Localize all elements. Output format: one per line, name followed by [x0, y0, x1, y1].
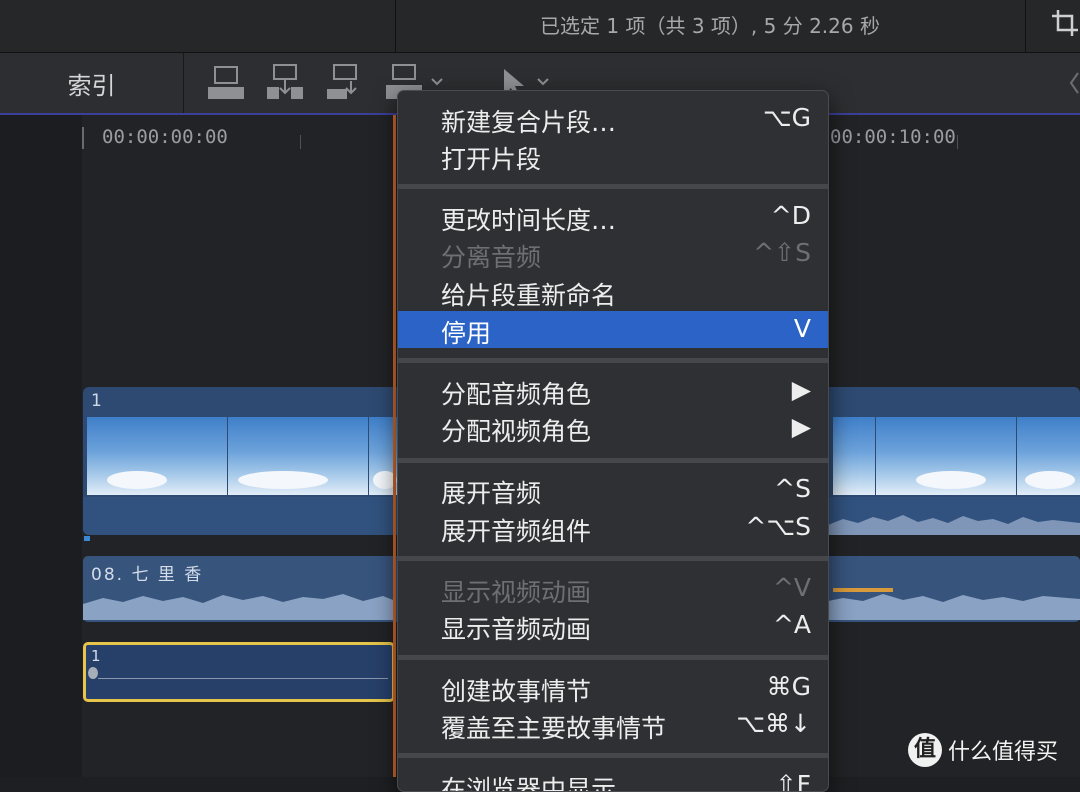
menu-separator: [398, 184, 828, 189]
menu-item-show-audio-animation[interactable]: 显示音频动画 ^A: [398, 607, 828, 644]
volume-keyframe-handle[interactable]: [88, 667, 98, 679]
menu-item-shortcut: ^S: [774, 474, 811, 503]
selection-summary: 已选定 1 项（共 3 项）, 5 分 2.26 秒: [540, 14, 880, 38]
video-thumbnail: [1017, 417, 1080, 495]
menu-item-shortcut: ^⇧S: [753, 238, 811, 267]
menu-item-label: 分配音频角色: [441, 380, 592, 409]
ruler-tick: [300, 135, 301, 149]
menu-item-label: 给片段重新命名: [441, 281, 617, 310]
menu-item-expand-audio-components[interactable]: 展开音频组件 ^⌥S: [398, 509, 828, 546]
insert-clip-icon[interactable]: [265, 63, 305, 103]
video-thumbnail: [87, 417, 227, 495]
menu-item-shortcut: V: [793, 314, 811, 343]
volume-line[interactable]: [98, 678, 388, 679]
divider: [395, 0, 396, 52]
skimmer-marker: [84, 536, 90, 541]
menu-item-assign-audio-roles[interactable]: 分配音频角色 ▶: [398, 372, 828, 409]
menu-separator: [398, 753, 828, 758]
append-clip-icon[interactable]: [206, 63, 246, 103]
watermark: 值 什么值得买: [908, 730, 1058, 770]
menu-item-expand-audio[interactable]: 展开音频 ^S: [398, 471, 828, 508]
watermark-text: 什么值得买: [948, 740, 1059, 765]
menu-item-disable[interactable]: 停用 V: [398, 311, 828, 348]
menu-item-label: 更改时间长度…: [441, 206, 617, 235]
menu-item-label: 停用: [441, 319, 492, 348]
menu-item-create-storyline[interactable]: 创建故事情节 ⌘G: [398, 669, 828, 706]
menu-item-label: 展开音频: [441, 479, 542, 508]
chevron-down-icon[interactable]: [430, 77, 444, 87]
menu-item-label: 创建故事情节: [441, 677, 592, 706]
menu-item-shortcut: ^D: [770, 201, 811, 230]
connect-clip-icon[interactable]: [325, 63, 365, 103]
clip-context-menu: 新建复合片段… ⌥G 打开片段 更改时间长度… ^D 分离音频 ^⇧S 给片段重…: [397, 90, 829, 792]
submenu-arrow-icon: ▶: [791, 375, 811, 404]
menu-item-label: 打开片段: [441, 145, 542, 174]
menu-item-label: 显示音频动画: [441, 615, 592, 644]
menu-separator: [398, 556, 828, 561]
menu-item-label: 分离音频: [441, 243, 542, 272]
menu-item-reveal-in-browser[interactable]: 在浏览器中显示 ⇧F: [398, 767, 828, 792]
clip-number: 1: [91, 647, 101, 665]
menu-item-rename-clip[interactable]: 给片段重新命名: [398, 273, 828, 310]
video-thumbnail: [876, 417, 1016, 495]
menu-item-label: 展开音频组件: [441, 517, 592, 546]
menu-item-label: 新建复合片段…: [441, 108, 617, 137]
menu-item-shortcut: ⇧F: [775, 770, 811, 792]
crop-icon[interactable]: [1050, 8, 1080, 38]
top-status-bar: 已选定 1 项（共 3 项）, 5 分 2.26 秒: [0, 0, 1080, 53]
menu-separator: [398, 358, 828, 363]
ruler-tick: [82, 127, 84, 149]
menu-separator: [398, 458, 828, 463]
menu-item-shortcut: ^⌥S: [745, 512, 811, 541]
ruler-timecode-start: 00:00:00:00: [102, 126, 228, 148]
video-thumbnail: [833, 417, 875, 495]
menu-item-overwrite-to-primary-storyline[interactable]: 覆盖至主要故事情节 ⌥⌘↓: [398, 706, 828, 743]
menu-item-label: 覆盖至主要故事情节: [441, 714, 667, 743]
timeline-gutter: [0, 115, 82, 777]
menu-item-show-video-animation: 显示视频动画 ^V: [398, 570, 828, 607]
menu-separator: [398, 655, 828, 660]
menu-item-shortcut: ⌥⌘↓: [736, 709, 811, 738]
selected-clip[interactable]: 1: [83, 642, 395, 702]
chevron-left-icon[interactable]: [1068, 71, 1080, 95]
menu-item-label: 在浏览器中显示: [441, 775, 617, 792]
menu-item-shortcut: ⌥G: [762, 103, 811, 132]
menu-item-assign-video-roles[interactable]: 分配视频角色 ▶: [398, 409, 828, 446]
chevron-down-icon[interactable]: [536, 77, 550, 87]
menu-item-open-clip[interactable]: 打开片段: [398, 137, 828, 174]
clip-number: 1: [91, 391, 102, 411]
menu-item-shortcut: ⌘G: [766, 672, 811, 701]
menu-item-detach-audio: 分离音频 ^⇧S: [398, 235, 828, 272]
menu-item-shortcut: ^A: [772, 610, 811, 639]
menu-item-shortcut: ^V: [772, 573, 811, 602]
ruler-timecode-end: 00:00:10:00: [830, 126, 956, 148]
menu-item-label: 显示视频动画: [441, 578, 592, 607]
video-thumbnail: [228, 417, 368, 495]
ruler-tick: [957, 135, 958, 149]
playhead[interactable]: [393, 115, 396, 777]
menu-item-change-duration[interactable]: 更改时间长度… ^D: [398, 198, 828, 235]
watermark-logo: 值: [908, 733, 942, 767]
divider: [1025, 0, 1026, 52]
submenu-arrow-icon: ▶: [791, 412, 811, 441]
index-button[interactable]: 索引: [0, 53, 184, 113]
menu-item-new-compound-clip[interactable]: 新建复合片段… ⌥G: [398, 100, 828, 137]
menu-item-label: 分配视频角色: [441, 417, 592, 446]
music-clip-title: 08. 七 里 香: [91, 565, 204, 585]
